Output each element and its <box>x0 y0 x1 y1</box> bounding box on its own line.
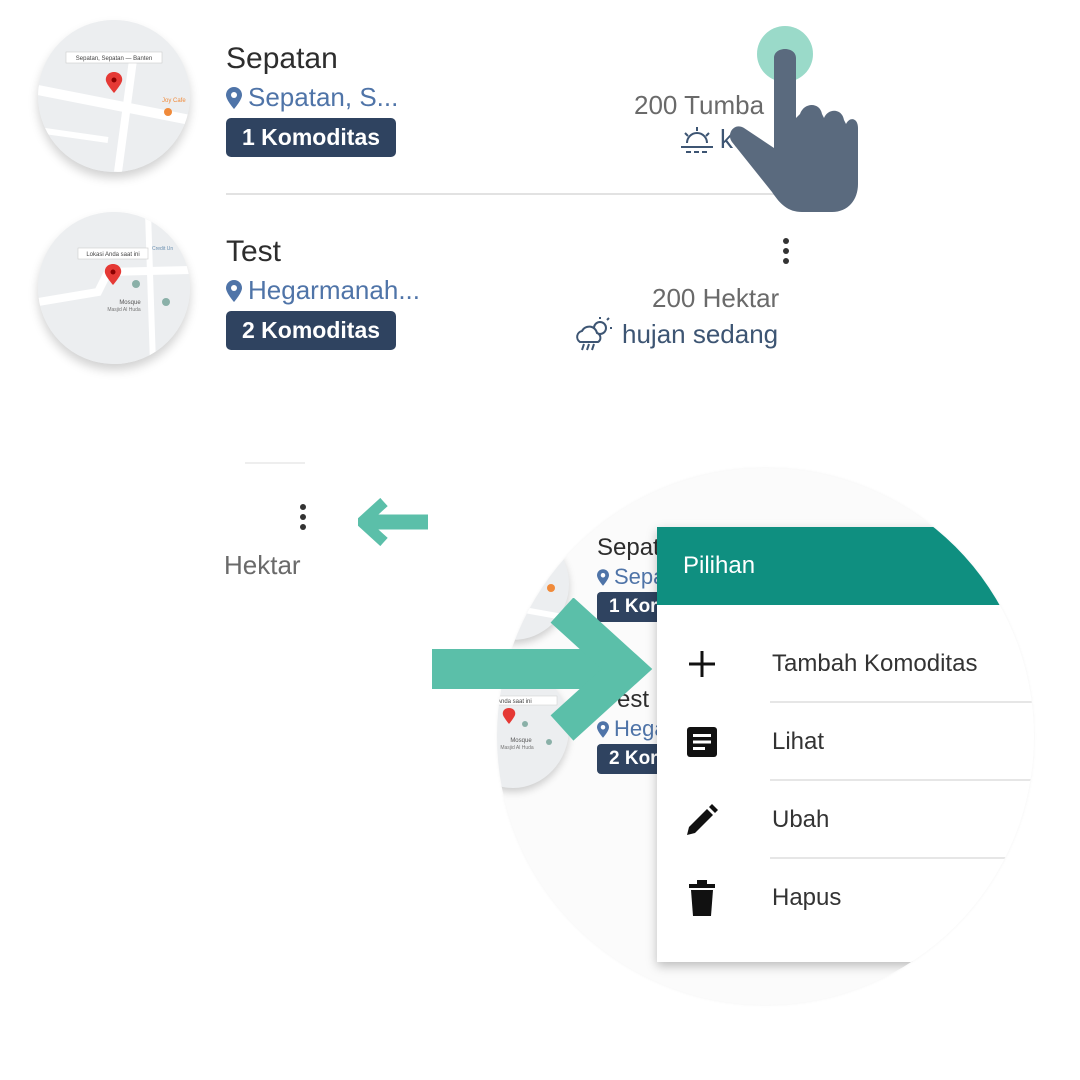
map-label: Sepatan, Sepatan — Banten <box>76 56 152 62</box>
field-area: Hektar <box>224 550 301 580</box>
cropped-card: Hektar <box>220 460 320 595</box>
location-text: Hegarmanah... <box>248 275 420 305</box>
map-place: Credit Un <box>152 246 173 252</box>
menu-item-tambah-komoditas[interactable]: Tambah Komoditas <box>657 625 1034 703</box>
menu-item-hapus[interactable]: Hapus <box>657 859 1034 937</box>
location-pin-icon <box>226 279 242 302</box>
plus-icon <box>689 651 715 677</box>
arrow-left-icon <box>353 497 430 547</box>
menu-item-ubah[interactable]: Ubah <box>657 781 1034 859</box>
menu-item-label: Ubah <box>772 806 830 833</box>
commodity-badge: 2 Komoditas <box>226 311 397 350</box>
menu-item-label: Hapus <box>772 884 842 911</box>
location-pin-icon <box>226 86 242 109</box>
weather-text: hujan sedang <box>622 318 779 349</box>
options-menu: Pilihan Tambah Komoditas Lihat Ubah Hapu… <box>657 527 1034 962</box>
commodity-badge: 1 Komoditas <box>226 118 397 157</box>
sunrise-icon <box>681 126 713 153</box>
map-place-sub: Masjid Al Huda <box>500 745 534 751</box>
note-icon <box>687 727 717 757</box>
location-text: Sepatan, S... <box>248 82 399 112</box>
pencil-icon <box>687 804 718 835</box>
row-divider <box>226 193 790 195</box>
field-weather: hujan sedang <box>574 316 778 352</box>
field-title: Test <box>226 235 282 268</box>
zoom-field-title: Sepat <box>597 534 660 561</box>
tap-gesture-icon <box>722 22 862 217</box>
field-location[interactable]: Sepatan, S... <box>226 82 398 113</box>
trash-icon <box>689 880 715 916</box>
rain-cloud-icon <box>576 317 612 351</box>
menu-item-label: Lihat <box>772 728 825 755</box>
menu-item-lihat[interactable]: Lihat <box>657 703 1034 781</box>
menu-item-label: Tambah Komoditas <box>772 650 978 677</box>
map-place: Mosque <box>119 300 141 306</box>
zoom-field-location: Sepa <box>597 564 665 590</box>
arrow-right-icon <box>432 597 662 744</box>
field-title: Sepatan <box>226 42 338 75</box>
location-pin-icon <box>597 568 609 586</box>
more-options-button[interactable] <box>298 504 308 530</box>
map-label: Lokasi Anda saat ini <box>86 252 139 258</box>
map-thumbnail[interactable]: Lokasi Anda saat ini Credit Un Mosque Ma… <box>38 212 190 364</box>
map-thumbnail[interactable]: Sepatan, Sepatan — Banten Joy Cafe <box>38 20 190 172</box>
map-place-sub: Masjid Al Huda <box>107 307 141 313</box>
menu-title: Pilihan <box>657 527 1034 605</box>
more-options-button[interactable] <box>781 238 791 264</box>
field-area: 200 Hektar <box>652 283 780 313</box>
field-location[interactable]: Hegarmanah... <box>226 275 420 306</box>
map-place: Joy Cafe <box>162 98 186 104</box>
